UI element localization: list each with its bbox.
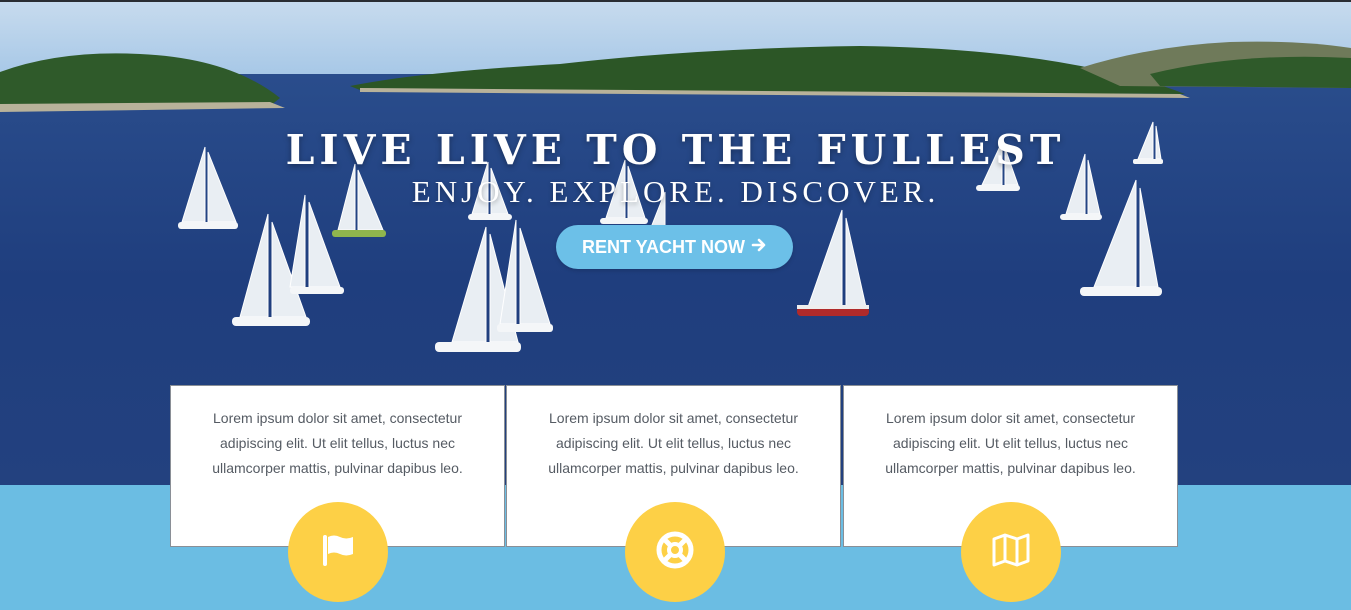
flag-badge[interactable]	[288, 502, 388, 602]
rent-yacht-button-label: RENT YACHT NOW	[581, 236, 745, 257]
life-ring-icon	[655, 530, 695, 575]
feature-card-text: Lorem ipsum dolor sit amet, consectetur …	[885, 410, 1136, 476]
flag-icon	[320, 532, 356, 573]
feature-card-text: Lorem ipsum dolor sit amet, consectetur …	[212, 410, 463, 476]
map-icon	[991, 532, 1031, 573]
arrow-right-icon	[751, 237, 767, 258]
map-badge[interactable]	[961, 502, 1061, 602]
rent-yacht-button[interactable]: RENT YACHT NOW	[556, 225, 793, 269]
life-ring-badge[interactable]	[625, 502, 725, 602]
feature-card-text: Lorem ipsum dolor sit amet, consectetur …	[548, 410, 799, 476]
hero-subheadline: ENJOY. EXPLORE. DISCOVER.	[411, 174, 940, 209]
hero-headline: LIVE LIVE TO THE FULLEST	[285, 126, 1066, 174]
